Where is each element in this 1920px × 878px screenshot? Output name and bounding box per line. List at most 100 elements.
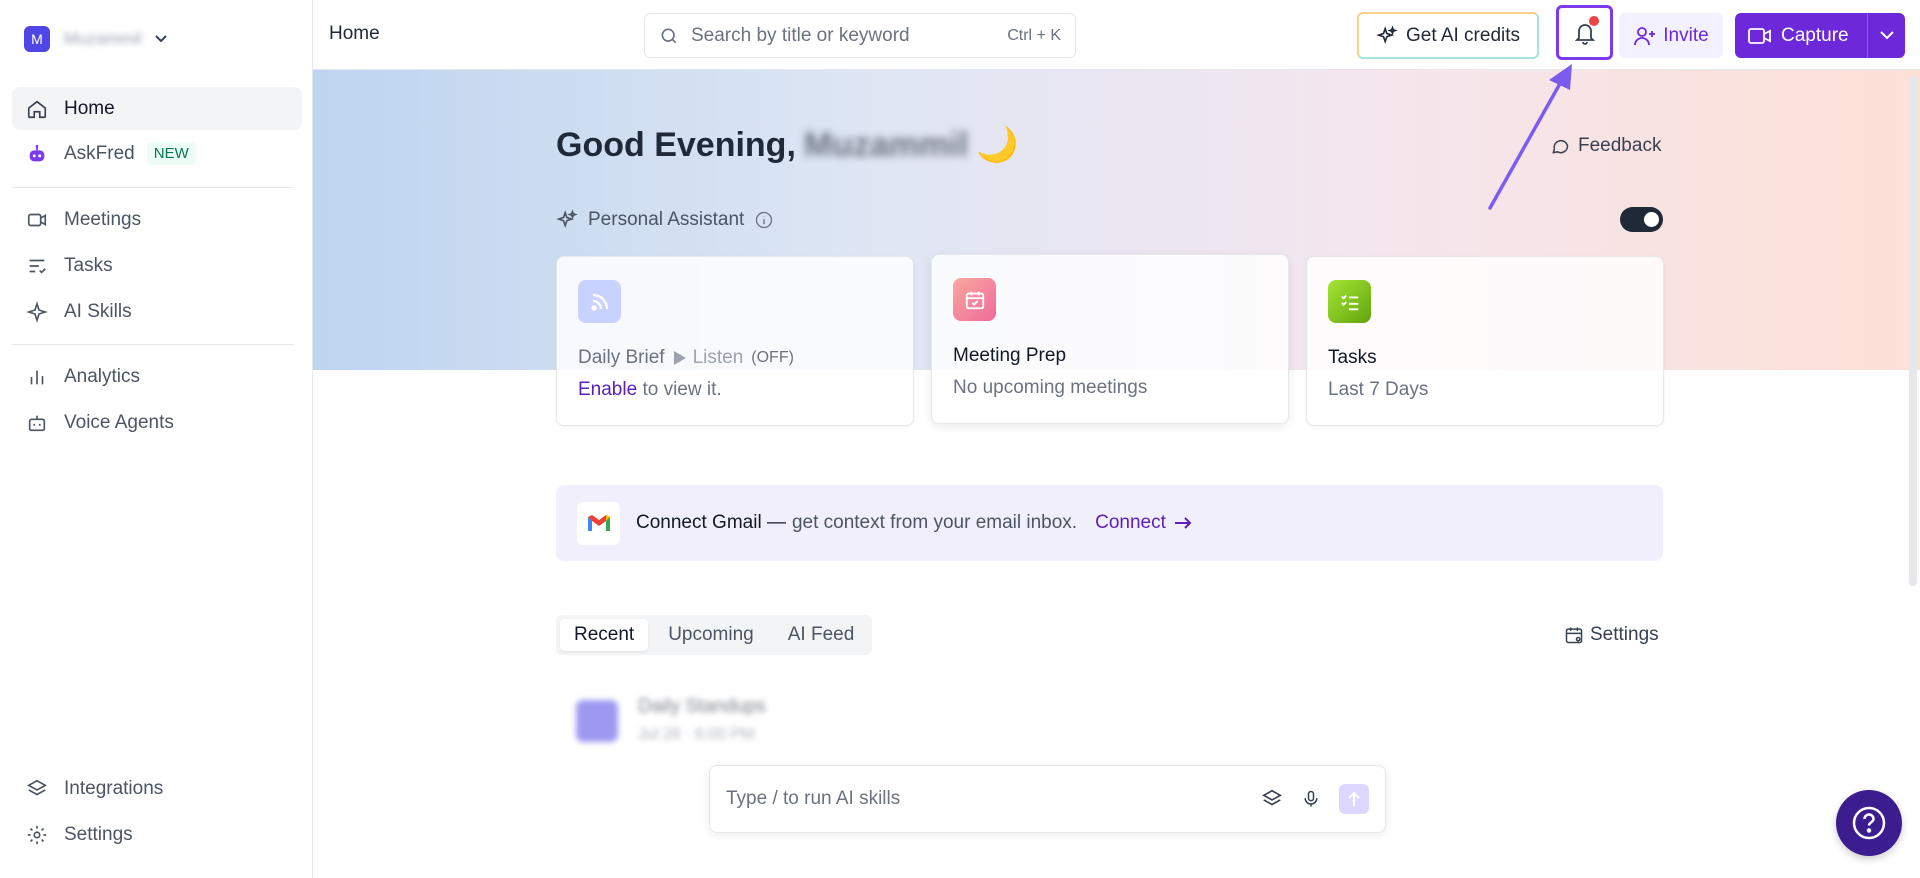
notifications-button[interactable] (1556, 5, 1613, 60)
card-subtitle: Last 7 Days (1328, 379, 1429, 400)
sidebar-item-ai-skills[interactable]: AI Skills (12, 290, 302, 333)
sidebar-item-voice-agents[interactable]: Voice Agents (12, 401, 302, 444)
tab-upcoming[interactable]: Upcoming (654, 619, 768, 651)
sidebar-item-label: AskFred (64, 142, 135, 164)
invite-button[interactable]: Invite (1619, 13, 1723, 58)
scrollbar[interactable] (1909, 76, 1917, 586)
sidebar-item-label: Tasks (64, 254, 113, 276)
sidebar-item-label: Meetings (64, 208, 142, 230)
arrow-right-icon (1174, 517, 1192, 529)
main-content: Good Evening, Muzammil 🌙 Feedback Person… (313, 70, 1920, 878)
listen-state: (OFF) (751, 349, 794, 366)
capture-dropdown-button[interactable] (1867, 13, 1905, 58)
rss-icon (578, 280, 621, 323)
sidebar-item-meetings[interactable]: Meetings (12, 198, 302, 241)
moon-icon: 🌙 (976, 126, 1019, 164)
search-shortcut: Ctrl + K (1007, 26, 1061, 44)
gmail-description: get context from your email inbox. (791, 512, 1078, 533)
meeting-icon (576, 700, 618, 742)
chevron-down-icon (155, 32, 168, 46)
page-title: Good Evening, Muzammil 🌙 (556, 125, 1019, 165)
sidebar-divider (12, 344, 294, 345)
card-title: Tasks (1328, 347, 1377, 368)
sparkle-icon (556, 209, 578, 229)
feedback-label: Feedback (1578, 135, 1662, 156)
chat-bubble-icon (1552, 139, 1569, 154)
layers-icon[interactable] (1261, 788, 1283, 810)
sidebar-divider (12, 187, 294, 188)
ai-skills-input[interactable] (726, 788, 1261, 810)
listen-button[interactable]: Listen (673, 347, 744, 369)
gmail-title: Connect Gmail — (636, 512, 786, 533)
sidebar-item-label: Voice Agents (64, 411, 174, 433)
video-icon (27, 213, 47, 226)
sidebar-item-analytics[interactable]: Analytics (12, 355, 302, 398)
capture-label: Capture (1781, 24, 1849, 46)
sidebar-item-home[interactable]: Home (12, 87, 302, 130)
send-button[interactable] (1339, 784, 1369, 814)
workspace-switcher[interactable]: M Muzammil (24, 26, 168, 52)
invite-label: Invite (1663, 24, 1709, 46)
listen-label: Listen (692, 347, 744, 368)
microphone-icon[interactable] (1301, 788, 1321, 810)
sparkle-icon (26, 300, 48, 323)
feedback-button[interactable]: Feedback (1550, 135, 1661, 157)
meeting-settings-button[interactable]: Settings (1564, 624, 1659, 646)
search-icon (661, 28, 677, 43)
enable-link[interactable]: Enable (578, 379, 637, 400)
personal-assistant-header: Personal Assistant (556, 209, 774, 231)
meeting-prep-card[interactable]: Meeting Prep No upcoming meetings (931, 254, 1289, 424)
question-icon (1852, 806, 1886, 840)
chevron-down-icon (1879, 31, 1894, 40)
capture-button[interactable]: Capture (1735, 13, 1905, 58)
sidebar-item-askfred[interactable]: AskFred NEW (12, 132, 302, 175)
workspace-name: Muzammil (64, 29, 142, 48)
greeting-name: Muzammil (803, 125, 969, 164)
tab-ai-feed[interactable]: AI Feed (774, 619, 869, 651)
card-subtitle-row: Enable to view it. (578, 379, 722, 401)
connect-label: Connect (1095, 512, 1166, 533)
daily-brief-card[interactable]: Daily Brief Listen (OFF) Enable to view … (556, 256, 914, 426)
connect-gmail-banner: Connect Gmail — get context from your em… (556, 485, 1663, 561)
layers-icon (27, 779, 47, 795)
tasks-card[interactable]: Tasks Last 7 Days (1306, 256, 1664, 426)
capture-main-button[interactable]: Capture (1735, 13, 1867, 58)
gear-icon (27, 825, 47, 844)
settings-label: Settings (1590, 624, 1659, 645)
play-icon (673, 351, 686, 365)
help-button[interactable] (1836, 790, 1902, 856)
personal-assistant-toggle[interactable] (1620, 207, 1663, 232)
sidebar-item-label: Home (64, 97, 115, 119)
card-subtitle: No upcoming meetings (953, 377, 1148, 398)
meeting-title: Daily Standups (638, 696, 766, 717)
search-box[interactable]: Ctrl + K (644, 13, 1076, 58)
credits-label: Get AI credits (1405, 24, 1521, 46)
sidebar: M Muzammil Home AskFred NEW Meetings Tas… (0, 0, 313, 878)
checklist-icon (1328, 280, 1371, 323)
daily-brief-title-row: Daily Brief Listen (OFF) (578, 347, 794, 369)
tasks-icon (29, 259, 46, 274)
ai-skills-input-box (709, 765, 1386, 833)
info-icon[interactable] (754, 210, 774, 230)
workspace-avatar: M (24, 26, 50, 52)
bar-chart-icon (30, 370, 44, 384)
arrow-up-icon (1348, 791, 1360, 806)
card-title: Daily Brief (578, 347, 665, 368)
tab-recent[interactable]: Recent (560, 619, 649, 651)
sidebar-item-tasks[interactable]: Tasks (12, 244, 302, 287)
sidebar-item-settings[interactable]: Settings (12, 813, 302, 856)
calendar-settings-icon (1565, 627, 1583, 644)
sidebar-item-label: Analytics (64, 365, 141, 387)
card-subtitle: to view it. (642, 379, 722, 400)
sparkle-icon (1376, 24, 1398, 44)
get-ai-credits-button[interactable]: Get AI credits (1357, 12, 1539, 59)
breadcrumb: Home (329, 23, 380, 44)
sidebar-item-label: AI Skills (64, 300, 132, 322)
sidebar-item-integrations[interactable]: Integrations (12, 767, 302, 810)
robot-icon (29, 144, 45, 161)
list-item[interactable]: Daily Standups Jul 28 · 6:00 PM (556, 688, 1056, 758)
home-icon (27, 100, 47, 118)
connect-gmail-link[interactable]: Connect (1095, 512, 1192, 534)
card-title: Meeting Prep (953, 345, 1067, 366)
search-input[interactable] (691, 24, 996, 47)
